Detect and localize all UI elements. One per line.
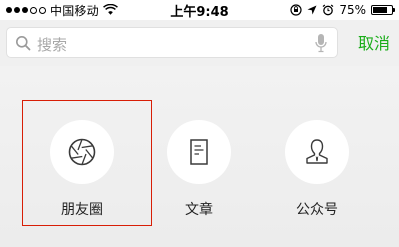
option-articles[interactable]: 文章	[144, 102, 254, 218]
document-icon	[190, 139, 208, 165]
status-bar: 中国移动 上午9:48 75%	[0, 0, 399, 20]
option-label-official-accounts: 公众号	[296, 202, 338, 218]
microphone-icon[interactable]	[315, 33, 327, 53]
option-official-accounts[interactable]: 公众号	[262, 102, 372, 218]
battery-percent: 75%	[339, 3, 366, 17]
cancel-button[interactable]: 取消	[358, 30, 390, 54]
option-icon-circle	[50, 120, 114, 184]
search-placeholder: 搜索	[37, 36, 68, 54]
status-right: 75%	[290, 1, 395, 19]
search-type-panel: 朋友圈 文章 公众号	[0, 66, 399, 247]
battery-level-fill	[373, 7, 387, 13]
option-icon-circle	[285, 120, 349, 184]
option-label-articles: 文章	[185, 202, 213, 218]
person-icon	[306, 139, 328, 164]
option-label-moments: 朋友圈	[61, 202, 103, 218]
search-input[interactable]: 搜索	[6, 27, 338, 58]
option-moments[interactable]: 朋友圈	[27, 102, 137, 218]
option-icon-circle	[167, 120, 231, 184]
alarm-clock-icon	[322, 4, 334, 16]
search-icon	[16, 36, 31, 51]
rotation-lock-icon	[290, 4, 302, 16]
aperture-icon	[68, 138, 96, 166]
battery-icon	[371, 5, 395, 15]
location-arrow-icon	[307, 5, 317, 15]
search-bar-row: 搜索 取消	[0, 20, 399, 66]
